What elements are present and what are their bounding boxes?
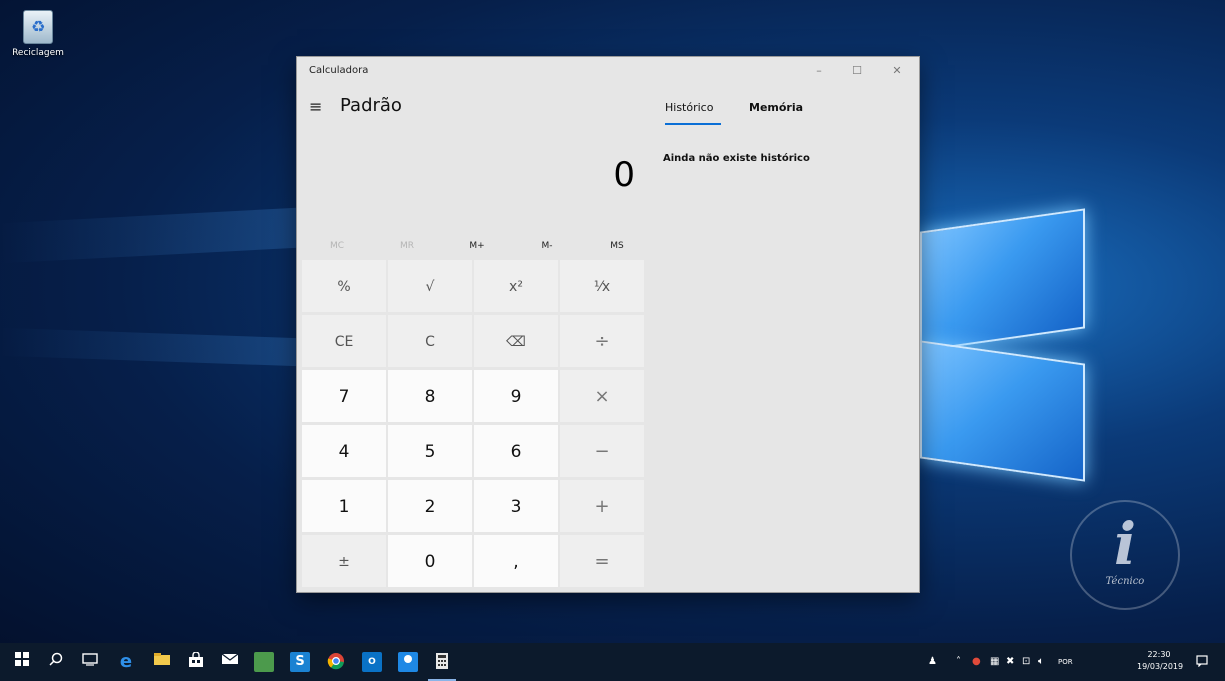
memory-recall-button[interactable]: MR bbox=[372, 231, 442, 261]
people-icon[interactable]: ♟ bbox=[928, 643, 937, 681]
digit-2-key[interactable]: 2 bbox=[387, 479, 473, 533]
search-icon[interactable] bbox=[46, 652, 66, 672]
digit-0-key[interactable]: 0 bbox=[387, 534, 473, 588]
history-memory-panel: Histórico Memória Ainda não existe histó… bbox=[649, 87, 919, 592]
active-tab-indicator bbox=[665, 123, 721, 125]
result-display: 0 bbox=[613, 155, 635, 195]
square-root-key[interactable]: √ bbox=[387, 259, 473, 313]
chrome-icon[interactable] bbox=[326, 652, 346, 672]
chevron-up-icon[interactable]: ˄ bbox=[956, 643, 961, 681]
recycle-bin-icon bbox=[23, 10, 53, 44]
minimize-button[interactable]: – bbox=[801, 57, 837, 87]
file-explorer-icon[interactable] bbox=[152, 652, 172, 672]
windows-logo-wallpaper bbox=[920, 190, 1090, 490]
digit-3-key[interactable]: 3 bbox=[473, 479, 559, 533]
tab-history[interactable]: Histórico bbox=[665, 101, 713, 114]
calculator-mode-title: Padrão bbox=[340, 95, 402, 116]
desktop: Reciclagem i Técnico Calculadora – ☐ ✕ ≡… bbox=[0, 0, 1225, 643]
windows-start-icon[interactable] bbox=[12, 652, 32, 672]
digit-9-key[interactable]: 9 bbox=[473, 369, 559, 423]
network-icon[interactable]: ⊡ bbox=[1022, 643, 1030, 681]
digit-5-key[interactable]: 5 bbox=[387, 424, 473, 478]
memory-subtract-button[interactable]: M- bbox=[512, 231, 582, 261]
percent-key[interactable]: % bbox=[301, 259, 387, 313]
taskbar: e S O ♟ ˄ ● ▦ ✖ ⊡ 🔈︎ POR 22:30 19/03/201… bbox=[0, 643, 1225, 681]
app-icon[interactable] bbox=[398, 652, 418, 672]
clock-time: 22:30 bbox=[1147, 650, 1171, 659]
decimal-separator-key[interactable]: , bbox=[473, 534, 559, 588]
keypad: % √ x² ¹⁄x CE C ⌫ ÷ 7 8 9 × 4 5 6 − 1 2 … bbox=[297, 259, 649, 592]
tray-app-icon[interactable]: ● bbox=[972, 643, 981, 681]
divide-key[interactable]: ÷ bbox=[559, 314, 645, 368]
negate-key[interactable]: ± bbox=[301, 534, 387, 588]
maximize-button[interactable]: ☐ bbox=[839, 57, 875, 87]
digit-1-key[interactable]: 1 bbox=[301, 479, 387, 533]
recycle-bin-label: Reciclagem bbox=[12, 48, 64, 58]
calculator-app-icon[interactable] bbox=[432, 652, 452, 672]
window-title: Calculadora bbox=[309, 65, 369, 76]
edge-browser-icon[interactable]: e bbox=[116, 652, 136, 672]
watermark-letter: i bbox=[1113, 510, 1137, 578]
tray-app-icon[interactable]: ✖ bbox=[1006, 643, 1014, 681]
digit-4-key[interactable]: 4 bbox=[301, 424, 387, 478]
watermark-text: Técnico bbox=[1105, 576, 1145, 587]
digit-8-key[interactable]: 8 bbox=[387, 369, 473, 423]
store-icon[interactable] bbox=[186, 651, 206, 672]
tray-app-icon[interactable]: ▦ bbox=[990, 643, 999, 681]
memory-clear-button[interactable]: MC bbox=[302, 231, 372, 261]
memory-store-button[interactable]: MS bbox=[582, 231, 652, 261]
calculator-window: Calculadora – ☐ ✕ ≡ Padrão 0 MC MR M+ M-… bbox=[297, 57, 919, 592]
clock-date: 19/03/2019 bbox=[1137, 662, 1184, 671]
digit-7-key[interactable]: 7 bbox=[301, 369, 387, 423]
history-empty-message: Ainda não existe histórico bbox=[663, 153, 810, 164]
notification-icon[interactable] bbox=[1196, 643, 1208, 681]
image-viewer-icon[interactable] bbox=[254, 652, 274, 672]
close-button[interactable]: ✕ bbox=[879, 57, 915, 87]
mail-icon[interactable] bbox=[220, 652, 240, 672]
language-indicator[interactable]: POR bbox=[1058, 643, 1073, 681]
clear-entry-key[interactable]: CE bbox=[301, 314, 387, 368]
equals-key[interactable]: = bbox=[559, 534, 645, 588]
recycle-bin-shortcut[interactable]: Reciclagem bbox=[8, 10, 68, 58]
subtract-key[interactable]: − bbox=[559, 424, 645, 478]
task-view-icon[interactable] bbox=[80, 652, 100, 672]
memory-row: MC MR M+ M- MS bbox=[297, 231, 649, 261]
reciprocal-key[interactable]: ¹⁄x bbox=[559, 259, 645, 313]
add-key[interactable]: + bbox=[559, 479, 645, 533]
volume-icon[interactable]: 🔈︎ bbox=[1038, 643, 1044, 681]
logo-pane bbox=[920, 340, 1085, 482]
memory-add-button[interactable]: M+ bbox=[442, 231, 512, 261]
logo-pane bbox=[920, 208, 1085, 352]
watermark-logo: i Técnico bbox=[1070, 500, 1180, 610]
tab-memory[interactable]: Memória bbox=[749, 101, 803, 114]
title-bar[interactable]: Calculadora – ☐ ✕ bbox=[297, 57, 919, 87]
digit-6-key[interactable]: 6 bbox=[473, 424, 559, 478]
skype-icon[interactable]: S bbox=[290, 652, 310, 672]
square-key[interactable]: x² bbox=[473, 259, 559, 313]
multiply-key[interactable]: × bbox=[559, 369, 645, 423]
backspace-key[interactable]: ⌫ bbox=[473, 314, 559, 368]
clock[interactable]: 22:30 19/03/2019 bbox=[1137, 649, 1184, 673]
clear-key[interactable]: C bbox=[387, 314, 473, 368]
hamburger-menu-icon[interactable]: ≡ bbox=[309, 97, 322, 116]
outlook-icon[interactable]: O bbox=[362, 652, 382, 672]
